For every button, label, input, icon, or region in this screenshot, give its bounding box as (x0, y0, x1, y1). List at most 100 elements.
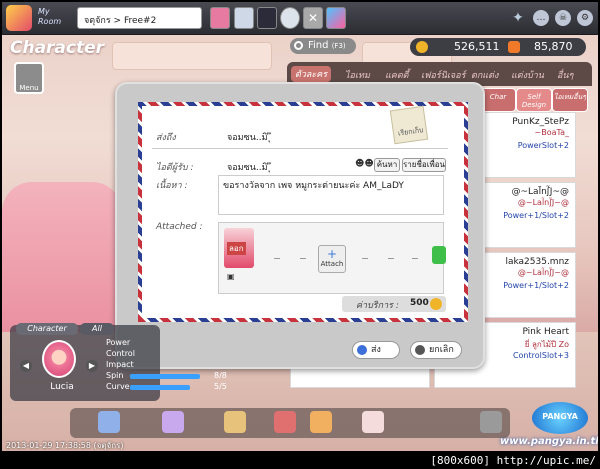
fee-bar: ค่าบริการ : 500 (342, 296, 446, 312)
plus-icon: + (326, 247, 338, 261)
tab-others[interactable]: อื่นๆ (557, 68, 573, 82)
find-button[interactable]: Find (F3) (290, 38, 356, 54)
arrow-left-icon[interactable]: ◀ (20, 360, 32, 372)
message-label: เนื้อหา : (156, 181, 188, 191)
image-host-footer: [800x600] http://upic.me/ (0, 452, 600, 469)
tab-home-decor[interactable]: แต่งบ้าน (511, 68, 544, 82)
from-label: ส่งถึง (156, 133, 176, 143)
subtab-char[interactable]: Char (480, 88, 516, 112)
my-room-label: My Room (38, 7, 62, 26)
chat-icon[interactable]: … (533, 10, 549, 26)
arrow-right-icon[interactable]: ▶ (86, 360, 98, 372)
skull-icon[interactable]: ☠ (555, 10, 571, 26)
stat-label: Impact (106, 360, 134, 369)
tab-decor[interactable]: ตกแต่ง (471, 68, 498, 82)
tab-character[interactable]: ตัวละคร (291, 66, 332, 82)
search-recipient-button[interactable]: ค้นหา (374, 158, 400, 172)
toolbar-item-icon[interactable] (98, 411, 120, 433)
item-owner: @~Lal̃nʃ̃J~@ (517, 268, 569, 277)
slot-dash (274, 258, 280, 259)
tab-all[interactable]: All (80, 323, 114, 335)
item-name: laka2535.mnz (505, 257, 569, 267)
item-name: @~Lal̃nʃ̃J~@ (511, 187, 570, 197)
player-avatar-icon[interactable] (210, 7, 230, 29)
item-upgrade: PowerSlot+2 (517, 141, 569, 150)
player-avatar-icon[interactable] (257, 7, 277, 29)
golf-ball-icon[interactable] (280, 7, 300, 29)
tab-furniture[interactable]: เฟอร์นิเจอร์ (421, 68, 465, 82)
subtab-self-design[interactable]: Self Design (516, 88, 552, 112)
emoticon-icon[interactable]: ☻☻ (355, 159, 374, 169)
tab-item[interactable]: ไอเทม (345, 68, 370, 82)
avatar (42, 340, 76, 378)
home-icon[interactable] (274, 411, 296, 433)
toolbar-item-icon[interactable] (224, 411, 246, 433)
stat-label: Power (106, 338, 131, 347)
remove-attachment-label[interactable]: ลอก (227, 242, 246, 255)
item-upgrade: Power+1/Slot+2 (503, 281, 569, 290)
menu-button[interactable]: Menu (14, 62, 44, 94)
find-hotkey: (F3) (331, 42, 346, 50)
stat-value: 5/5 (214, 382, 227, 391)
cancel-button[interactable]: ยกเลิก (410, 341, 462, 359)
toolbar-item-icon[interactable] (162, 411, 184, 433)
lock-icon: ▣ (227, 272, 235, 281)
page-title: Character (10, 38, 105, 58)
player-avatar-icon[interactable] (234, 7, 254, 29)
timestamp: 2013-01-29 17:38:58 (จตุจักร) (6, 441, 124, 450)
curve-bar (130, 385, 190, 390)
stamp-label: เรียกเก็บ (397, 126, 424, 138)
close-slot-icon[interactable]: ✕ (303, 7, 323, 29)
pang-coin-icon (416, 41, 428, 53)
attach-label: Attach (320, 260, 344, 268)
stat-label: Control (106, 349, 135, 358)
cookie-icon (508, 41, 520, 53)
slot-dash (388, 258, 394, 259)
stamp-icon: เรียกเก็บ (389, 105, 429, 145)
tab-character-panel[interactable]: Character (16, 323, 78, 335)
pang-coin-icon (430, 298, 442, 310)
send-button[interactable]: ส่ง (352, 341, 400, 359)
friend-list-button[interactable]: รายชื่อเพื่อน (402, 158, 446, 172)
confirm-icon (357, 345, 367, 355)
item-owner: @~Lal̃nʃ̃J~@ (517, 198, 569, 207)
top-bar: My Room จตุจักร > Free#2 ✕ ✦ … ☠ ⚙ (2, 2, 598, 35)
attached-label: Attached : (156, 222, 203, 232)
brand-url: www.pangya.in.th (500, 436, 598, 447)
fee-value: 500 (410, 298, 429, 308)
pangya-logo: PANGYA (532, 402, 588, 434)
settings-icon[interactable]: ⚙ (577, 10, 593, 26)
cookie-amount: 85,870 (534, 40, 573, 53)
item-name: PunKz_StePz (512, 117, 569, 127)
toolbar-item-icon[interactable] (310, 411, 332, 433)
player-avatar-icon[interactable] (326, 7, 346, 29)
message-field[interactable]: ขอรางวัลจาก เพจ หมูกระต่ายนะค่ะ AM_LaDY (218, 175, 444, 215)
item-owner: ~BoaTa_ (534, 128, 569, 137)
send-label: ส่ง (371, 345, 381, 355)
game-logo-icon (6, 5, 32, 31)
item-owner: ยี่ ลูกไม้ปี Zo (524, 340, 569, 349)
host-label: [800x600] http://upic.me/ (430, 454, 596, 467)
stat-label: Curve (106, 382, 130, 391)
find-label: Find (308, 40, 329, 51)
add-attachment-button[interactable]: + Attach (318, 245, 346, 273)
pang-amount: 526,511 (454, 40, 500, 53)
subtab-other-items[interactable]: ไอเทมอื่นๆ (552, 88, 588, 112)
slot-dash (300, 258, 306, 259)
screenshot-frame: My Room จตุจักร > Free#2 ✕ ✦ … ☠ ⚙ Chara… (0, 0, 600, 469)
tab-caddie[interactable]: แคดดี้ (385, 68, 409, 82)
item-upgrade: ControlSlot+3 (512, 351, 569, 360)
cancel-label: ยกเลิก (429, 345, 454, 355)
sub-tabs: Char Self Design ไอเทมอื่นๆ (480, 88, 590, 112)
stat-label: Spin (106, 371, 124, 380)
currency-bar: 526,511 85,870 (410, 38, 586, 56)
next-slot-arrow-icon[interactable] (432, 246, 446, 264)
sparkle-icon[interactable]: ✦ (510, 10, 526, 26)
spin-bar (130, 374, 200, 379)
trash-icon[interactable] (480, 411, 502, 433)
character-name: Lucia (50, 382, 74, 392)
toolbar-item-icon[interactable] (362, 411, 384, 433)
wall-shelf (112, 42, 272, 70)
recipient-input[interactable]: จอมซน..มิ ุ๊ (227, 160, 271, 174)
slot-dash (362, 258, 368, 259)
